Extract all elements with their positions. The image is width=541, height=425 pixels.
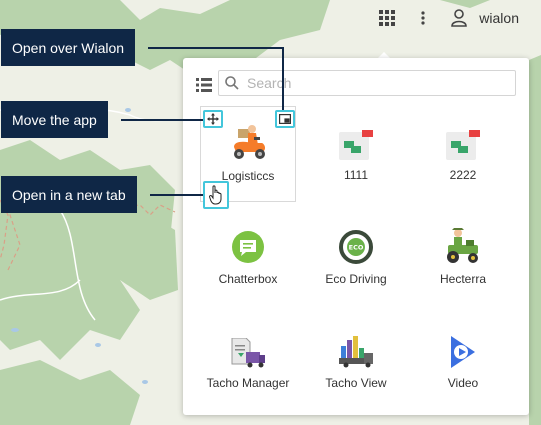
app-eco-driving[interactable]: ECO Eco Driving bbox=[308, 210, 404, 306]
app-label: 2222 bbox=[449, 168, 477, 182]
callout-open-over-wialon: Open over Wialon bbox=[1, 29, 136, 66]
app-label: Video bbox=[447, 376, 479, 390]
app-2222[interactable]: 2222 bbox=[415, 106, 511, 202]
app-label: 1111 bbox=[343, 168, 369, 182]
app-chatterbox[interactable]: Chatterbox bbox=[200, 210, 296, 306]
callout-line bbox=[121, 119, 203, 121]
app-default-icon bbox=[339, 130, 373, 160]
callout-move-app: Move the app bbox=[1, 101, 108, 138]
top-bar: wialon bbox=[363, 0, 541, 36]
app-label: Tacho View bbox=[325, 376, 387, 390]
user-icon[interactable] bbox=[447, 6, 471, 30]
logistics-icon bbox=[234, 125, 265, 159]
callout-open-new-tab: Open in a new tab bbox=[1, 176, 137, 213]
search-box[interactable] bbox=[218, 70, 516, 96]
list-view-icon[interactable] bbox=[196, 78, 212, 92]
open-new-tab-button[interactable] bbox=[203, 181, 229, 209]
move-app-handle[interactable] bbox=[203, 110, 223, 128]
app-tacho-manager[interactable]: Tacho Manager bbox=[200, 314, 296, 410]
callout-text: Move the app bbox=[12, 111, 97, 128]
username-label[interactable]: wialon bbox=[479, 10, 519, 26]
video-icon bbox=[451, 336, 475, 368]
move-icon bbox=[207, 113, 219, 125]
app-label: Eco Driving bbox=[325, 272, 387, 286]
open-over-wialon-button[interactable] bbox=[275, 110, 295, 128]
hand-cursor-icon bbox=[209, 185, 222, 205]
tacho-manager-icon bbox=[231, 338, 265, 368]
search-icon bbox=[225, 76, 239, 90]
app-tacho-view[interactable]: Tacho View bbox=[308, 314, 404, 410]
callout-line bbox=[148, 47, 283, 49]
app-label: Logisticcs bbox=[221, 169, 275, 183]
picture-in-picture-icon bbox=[279, 114, 291, 124]
callout-text: Open in a new tab bbox=[12, 186, 126, 203]
app-label: Chatterbox bbox=[218, 272, 278, 286]
apps-panel: Logisticcs 1111 2222 bbox=[183, 58, 529, 415]
app-label: Hecterra bbox=[439, 272, 486, 286]
callout-line bbox=[282, 47, 284, 110]
app-label: Tacho Manager bbox=[206, 376, 290, 390]
tacho-view-icon bbox=[339, 336, 373, 368]
apps-grid-icon[interactable] bbox=[375, 6, 399, 30]
svg-text:ECO: ECO bbox=[349, 244, 364, 252]
callout-line bbox=[150, 194, 203, 196]
hecterra-icon bbox=[447, 228, 478, 263]
more-vert-icon[interactable] bbox=[411, 6, 435, 30]
eco-driving-icon: ECO bbox=[339, 230, 373, 264]
app-1111[interactable]: 1111 bbox=[308, 106, 404, 202]
app-video[interactable]: Video bbox=[415, 314, 511, 410]
chatterbox-icon bbox=[232, 231, 264, 263]
callout-text: Open over Wialon bbox=[12, 39, 125, 56]
app-default-icon bbox=[446, 130, 480, 160]
app-hecterra[interactable]: Hecterra bbox=[415, 210, 511, 306]
